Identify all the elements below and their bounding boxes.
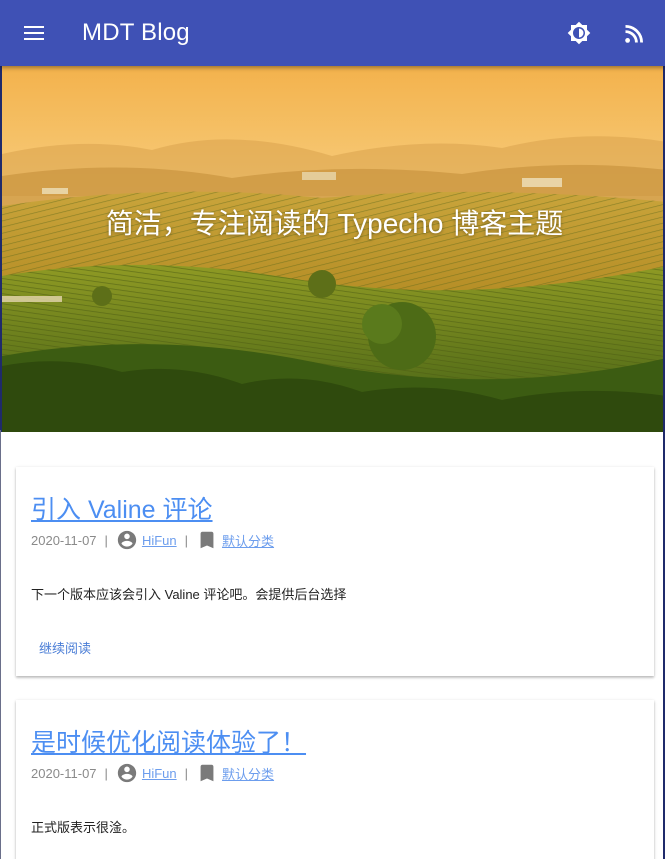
post-title-link[interactable]: 引入 Valine 评论 bbox=[31, 494, 213, 526]
post-card: 是时候优化阅读体验了！ 2020-11-07 | HiFun | 默认分类 正式… bbox=[16, 700, 654, 859]
hero-title: 简洁，专注阅读的 Typecho 博客主题 bbox=[105, 208, 564, 239]
post-meta: 2020-11-07 | HiFun | 默认分类 bbox=[31, 529, 274, 551]
post-category-link[interactable]: 默认分类 bbox=[222, 531, 274, 550]
bookmark-icon bbox=[200, 764, 214, 782]
account-circle-icon bbox=[117, 763, 137, 783]
window-border-left bbox=[0, 430, 1, 859]
app-title[interactable]: MDT Blog bbox=[82, 18, 190, 48]
post-author-link[interactable]: HiFun bbox=[142, 766, 177, 781]
meta-separator: | bbox=[184, 765, 189, 781]
read-more-button[interactable]: 继续阅读 bbox=[39, 640, 91, 658]
menu-icon bbox=[24, 26, 44, 40]
post-author-link[interactable]: HiFun bbox=[142, 533, 177, 548]
theme-toggle-button[interactable] bbox=[559, 13, 599, 53]
post-card: 引入 Valine 评论 2020-11-07 | HiFun | 默认分类 下… bbox=[16, 467, 654, 676]
post-date: 2020-11-07 bbox=[31, 765, 97, 781]
post-date: 2020-11-07 bbox=[31, 532, 97, 548]
hero-image bbox=[2, 66, 663, 432]
menu-button[interactable] bbox=[14, 13, 54, 53]
post-meta: 2020-11-07 | HiFun | 默认分类 bbox=[31, 762, 274, 784]
meta-separator: | bbox=[184, 532, 189, 548]
post-category-link[interactable]: 默认分类 bbox=[222, 764, 274, 783]
bookmark-icon bbox=[200, 531, 214, 549]
rss-button[interactable] bbox=[614, 13, 654, 53]
meta-separator: | bbox=[104, 532, 108, 548]
post-excerpt: 正式版表示很淦。 bbox=[31, 820, 136, 835]
meta-separator: | bbox=[104, 765, 108, 781]
brightness-icon bbox=[567, 21, 591, 45]
app-bar: MDT Blog bbox=[0, 0, 665, 66]
hero-banner: 简洁，专注阅读的 Typecho 博客主题 bbox=[0, 66, 665, 432]
post-title-link[interactable]: 是时候优化阅读体验了！ bbox=[31, 727, 306, 759]
account-circle-icon bbox=[117, 530, 137, 550]
rss-icon bbox=[625, 25, 643, 43]
post-excerpt: 下一个版本应该会引入 Valine 评论吧。会提供后台选择 bbox=[31, 587, 347, 602]
